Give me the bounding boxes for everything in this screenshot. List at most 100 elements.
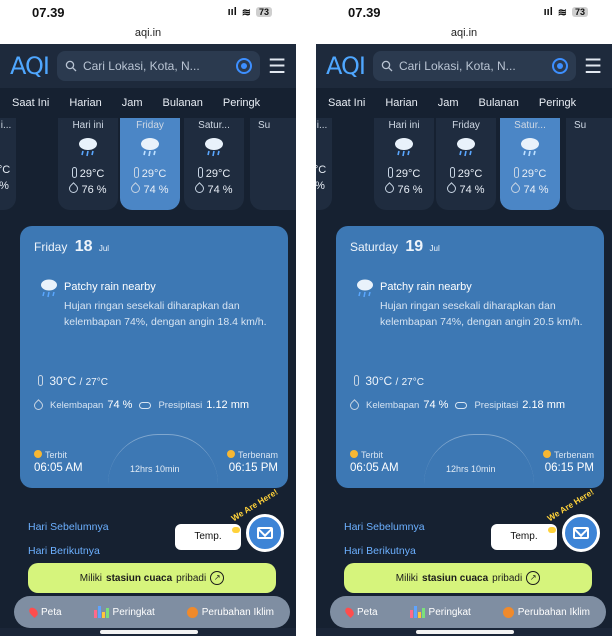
status-time: 07.39 bbox=[348, 4, 381, 20]
phone-screen-saturday: 07.39 ııl ≋ 73 aqi.in AQI Cari Lokasi, K… bbox=[316, 0, 612, 636]
humidity-icon bbox=[445, 182, 459, 195]
day-card-selected[interactable]: Friday 29°C 74 % bbox=[120, 118, 180, 210]
thermometer-icon bbox=[387, 167, 393, 178]
nav-map[interactable]: Peta bbox=[27, 605, 62, 619]
sunrise-label: Terbit bbox=[361, 450, 384, 460]
rain-cloud-icon bbox=[395, 138, 413, 157]
day-humidity: 76 % bbox=[81, 184, 107, 196]
day-card[interactable]: Satur... 29°C 74 % bbox=[184, 118, 244, 210]
contact-button[interactable] bbox=[246, 514, 284, 552]
humidity-label: Kelembapan bbox=[50, 399, 104, 411]
nav-ranking-label: Peringkat bbox=[428, 606, 471, 618]
day-name: Hari ini bbox=[72, 120, 104, 130]
url-bar[interactable]: aqi.in bbox=[316, 24, 612, 44]
tab-ranking[interactable]: Peringk bbox=[223, 97, 260, 109]
aqi-logo[interactable]: AQI bbox=[326, 52, 366, 80]
weather-stats: Kelembapan 74 % Presipitasi 2.18 mm bbox=[348, 398, 602, 412]
nav-map-label: Peta bbox=[40, 606, 62, 618]
next-day-link[interactable]: Hari Berikutnya bbox=[344, 539, 425, 563]
promo-text-prefix: Miliki bbox=[395, 572, 419, 584]
phone-screen-friday: 07.39 ııl ≋ 73 aqi.in AQI Cari Lokasi, K… bbox=[0, 0, 296, 636]
temp-button[interactable]: Temp. bbox=[491, 524, 557, 550]
nav-ranking[interactable]: Peringkat bbox=[409, 606, 471, 618]
day-card[interactable]: i... °C % bbox=[0, 118, 16, 210]
previous-day-link[interactable]: Hari Sebelumnya bbox=[28, 515, 109, 539]
tab-monthly[interactable]: Bulanan bbox=[163, 97, 203, 109]
app-header: AQI Cari Lokasi, Kota, N... ☰ bbox=[0, 44, 296, 88]
location-icon[interactable] bbox=[236, 58, 253, 74]
tab-hourly[interactable]: Jam bbox=[122, 97, 143, 109]
day-name: Satur... bbox=[514, 120, 546, 130]
thermometer-icon bbox=[71, 167, 77, 178]
status-bar: 07.39 ııl ≋ 73 bbox=[0, 0, 296, 24]
day-card[interactable]: Su bbox=[250, 118, 296, 210]
humidity-icon bbox=[383, 182, 397, 195]
day-card[interactable]: i... °C % bbox=[316, 118, 332, 210]
menu-icon[interactable]: ☰ bbox=[584, 54, 602, 79]
status-icons: ııl ≋ 73 bbox=[544, 6, 588, 19]
signal-icon: ııl bbox=[543, 6, 553, 18]
day-card[interactable]: Hari ini 29°C 76 % bbox=[58, 118, 118, 210]
tab-daily[interactable]: Harian bbox=[69, 97, 101, 109]
promo-banner[interactable]: Miliki stasiun cuaca pribadi ↗ bbox=[344, 563, 592, 593]
sunset: Terbenam 06:15 PM bbox=[226, 450, 278, 474]
nav-climate[interactable]: Perubahan Iklim bbox=[186, 606, 274, 618]
thermometer-icon bbox=[197, 167, 203, 178]
condition-description: Hujan ringan sesekali diharapkan dan kel… bbox=[64, 300, 267, 328]
temp-high: 30°C bbox=[365, 374, 393, 388]
home-indicator bbox=[100, 630, 198, 634]
promo-banner[interactable]: Miliki stasiun cuaca pribadi ↗ bbox=[28, 563, 276, 593]
menu-icon[interactable]: ☰ bbox=[268, 54, 286, 79]
day-detail-card: Friday 18 Jul Patchy rain nearby Hujan r… bbox=[20, 226, 288, 488]
tab-current[interactable]: Saat Ini bbox=[328, 97, 365, 109]
day-card[interactable]: Friday 29°C 74 % bbox=[436, 118, 496, 210]
tab-ranking[interactable]: Peringk bbox=[539, 97, 576, 109]
promo-text-suffix: pribadi bbox=[492, 572, 523, 584]
humidity-value: 74 % bbox=[107, 399, 133, 411]
sunrise-icon bbox=[350, 450, 358, 458]
cloud-icon bbox=[455, 401, 468, 409]
home-indicator bbox=[416, 630, 514, 634]
day-temp: 29°C bbox=[205, 168, 231, 180]
next-day-link[interactable]: Hari Berikutnya bbox=[28, 539, 109, 563]
contact-button[interactable] bbox=[562, 514, 600, 552]
temp-low: 27°C bbox=[85, 377, 108, 388]
sunrise: Terbit 06:05 AM bbox=[350, 450, 399, 474]
tab-daily[interactable]: Harian bbox=[385, 97, 417, 109]
status-bar: 07.39 ııl ≋ 73 bbox=[316, 0, 612, 24]
wifi-icon: ≋ bbox=[241, 6, 251, 19]
nav-ranking[interactable]: Peringkat bbox=[93, 606, 155, 618]
nav-map[interactable]: Peta bbox=[343, 605, 378, 619]
precipitation-label: Presipitasi bbox=[158, 399, 203, 411]
sunset-label: Terbenam bbox=[553, 450, 594, 460]
card-date: Saturday 19 Jul bbox=[350, 238, 440, 256]
url-bar[interactable]: aqi.in bbox=[0, 24, 296, 44]
rain-cloud-icon bbox=[457, 138, 475, 157]
day-temp: 29°C bbox=[521, 168, 547, 180]
aqi-logo[interactable]: AQI bbox=[10, 52, 50, 80]
day-temp: 29°C bbox=[395, 168, 421, 180]
nav-climate[interactable]: Perubahan Iklim bbox=[502, 606, 590, 618]
tab-monthly[interactable]: Bulanan bbox=[479, 97, 519, 109]
previous-day-link[interactable]: Hari Sebelumnya bbox=[344, 515, 425, 539]
day-card-selected[interactable]: Satur... 29°C 74 % bbox=[500, 118, 560, 210]
tab-hourly[interactable]: Jam bbox=[438, 97, 459, 109]
day-card[interactable]: Su bbox=[566, 118, 612, 210]
search-bar[interactable]: Cari Lokasi, Kota, N... bbox=[372, 51, 577, 81]
wifi-icon: ≋ bbox=[557, 6, 567, 19]
humidity-value: 74 % bbox=[423, 399, 449, 411]
thermometer-icon bbox=[133, 167, 139, 178]
condition-description: Hujan ringan sesekali diharapkan dan kel… bbox=[380, 300, 583, 328]
day-card[interactable]: Hari ini 29°C 76 % bbox=[374, 118, 434, 210]
temp-button[interactable]: Temp. bbox=[175, 524, 241, 550]
day-temp: °C bbox=[316, 164, 327, 176]
daylight-arc bbox=[108, 434, 218, 484]
cloud-icon bbox=[139, 401, 152, 409]
search-bar[interactable]: Cari Lokasi, Kota, N... bbox=[56, 51, 261, 81]
rain-cloud-icon bbox=[205, 138, 223, 157]
thermometer-icon bbox=[38, 375, 43, 386]
tab-current[interactable]: Saat Ini bbox=[12, 97, 49, 109]
search-placeholder: Cari Lokasi, Kota, N... bbox=[82, 59, 200, 73]
location-icon[interactable] bbox=[552, 58, 569, 74]
daylight-arc bbox=[424, 434, 534, 484]
